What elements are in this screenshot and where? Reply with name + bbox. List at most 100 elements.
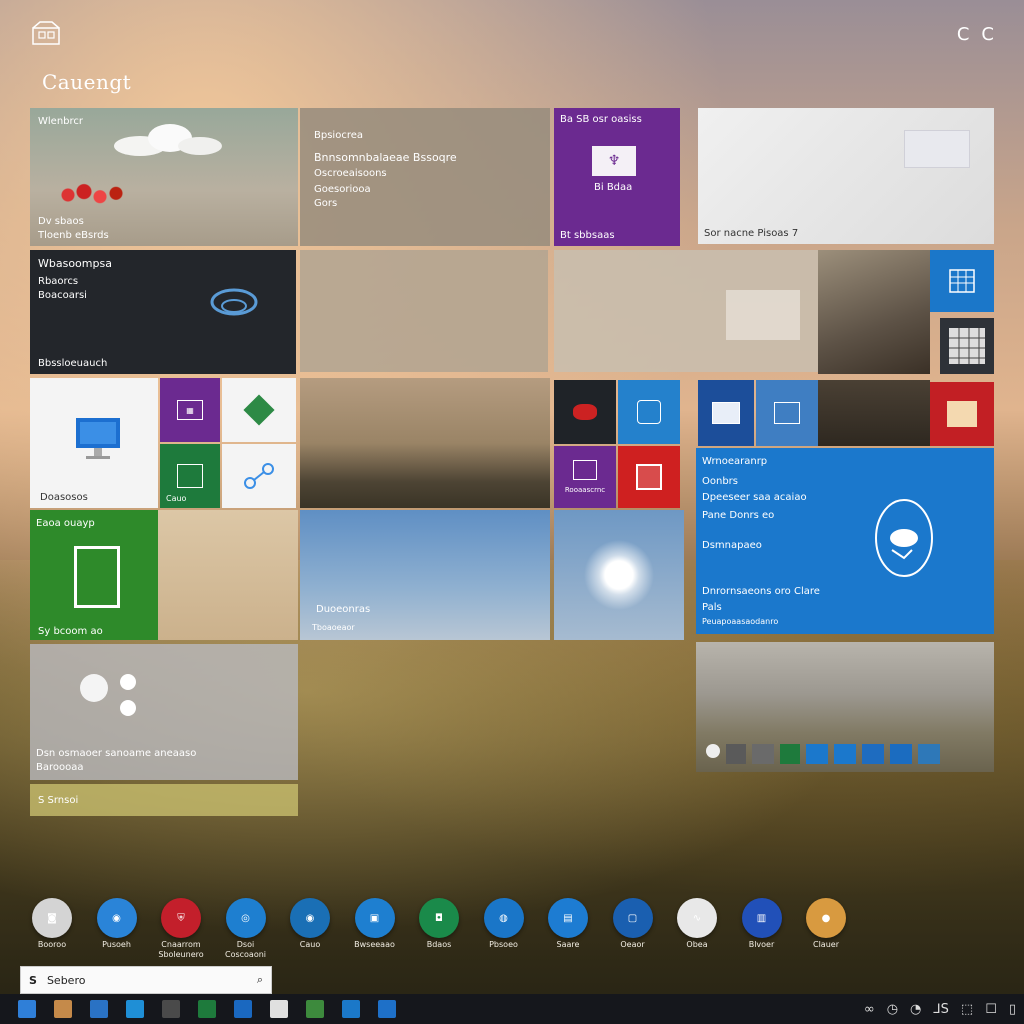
photo-thumb <box>904 130 970 168</box>
dock-label: Pbsoeo <box>489 940 518 949</box>
sky-tile[interactable]: Duoeonras Tboaoeaor <box>300 510 550 640</box>
taskbar-app-icon[interactable] <box>162 1000 180 1018</box>
dock-item[interactable]: ◘ Bdaos <box>409 898 469 950</box>
newspaper-icon <box>947 401 977 427</box>
tray-icon[interactable]: ∞ <box>864 1002 875 1017</box>
pc-tile[interactable]: Doasosos <box>30 378 158 508</box>
mini-icon <box>862 744 884 764</box>
refresh-button[interactable]: C <box>957 24 970 45</box>
news-red-tile[interactable] <box>930 382 994 446</box>
window-controls: C C <box>957 24 994 45</box>
xbox-tile[interactable] <box>554 380 616 444</box>
tray-icon[interactable]: ◷ <box>887 1002 898 1017</box>
taskbar-app-icon[interactable] <box>270 1000 288 1018</box>
taskbar-app-icon[interactable] <box>198 1000 216 1018</box>
purple-app-tile[interactable]: ▦ <box>160 378 220 442</box>
tray-icon[interactable]: ☐ <box>985 1002 997 1017</box>
blank-tile-a[interactable] <box>300 250 548 372</box>
dock-item[interactable]: ◙ Booroo <box>22 898 82 950</box>
taskbar-app-icon[interactable] <box>126 1000 144 1018</box>
calendar-tile[interactable] <box>930 250 994 312</box>
lake-tile[interactable] <box>696 642 994 772</box>
tray-icon[interactable]: ▯ <box>1009 1002 1016 1017</box>
power-button[interactable]: C <box>981 24 994 45</box>
pc-icon: ▢ <box>612 898 653 938</box>
edge-tile[interactable]: Wbasoompsa Rbaorcs Boacoarsi Bbssloeuauc… <box>30 250 296 374</box>
dock-item[interactable]: ▥ Blvoer <box>732 898 792 950</box>
weather-tile[interactable]: Wlenbrcr Dv sbaos Tloenb eBsrds <box>30 108 298 246</box>
media-tile[interactable]: Rooaascrnc <box>554 446 616 508</box>
sun-tile[interactable] <box>554 510 684 640</box>
dock-item[interactable]: ⛨ Cnaarrom Sboleunero <box>151 898 211 959</box>
taskbar-app-icon[interactable] <box>234 1000 252 1018</box>
maps-tile[interactable] <box>222 378 296 442</box>
network-icon <box>244 463 274 489</box>
grid-tile[interactable] <box>940 318 994 374</box>
dock-label: Dsoi Coscoaoni <box>224 940 267 959</box>
book-icon: ▥ <box>741 898 782 938</box>
camera-tile[interactable] <box>618 380 680 444</box>
web-icon: ◎ <box>225 898 266 938</box>
landscape-tile[interactable] <box>300 378 550 508</box>
taskbar-app-icon[interactable] <box>306 1000 324 1018</box>
cliff-photo-tile-2 <box>818 380 930 446</box>
tray-icon[interactable]: ⬚ <box>961 1002 973 1017</box>
cloud-icon <box>114 124 222 156</box>
tray-icon[interactable]: ◔ <box>910 1002 921 1017</box>
camera-icon: ◙ <box>32 898 72 938</box>
dock-item[interactable]: ▢ Oeaor <box>603 898 663 950</box>
people-line1: Oonbrs <box>702 476 738 487</box>
moon-label: Dsn osmaoer sanoame aneaaso <box>36 748 197 759</box>
bag-icon: ◘ <box>419 898 459 938</box>
store-tile[interactable]: Ba SB osr oasiss ♆ Bi Bdaa Bt sbbsaas <box>554 108 680 246</box>
network-tile[interactable] <box>222 444 296 508</box>
app-logo-icon <box>32 21 60 45</box>
store-title: Ba SB osr oasiss <box>560 114 642 125</box>
photos-tile[interactable]: Sor nacne Pisoas 7 <box>698 108 994 244</box>
edge-foot: Bbssloeuauch <box>38 358 108 369</box>
search-icon: ⌕ <box>256 973 263 986</box>
calendar-icon <box>949 269 975 293</box>
green-app-tile[interactable]: Eaoa ouayp Sy bcoom ao <box>30 510 158 640</box>
taskbar-app-icon[interactable] <box>18 1000 36 1018</box>
news-tile[interactable]: Bpsiocrea Bnnsomnbalaeae Bssoqre Oscroea… <box>300 108 550 246</box>
monitor-icon <box>76 418 120 459</box>
dock-item[interactable]: ◉ Pusoeh <box>87 898 147 950</box>
sky-label: Duoeonras <box>316 604 371 615</box>
green-tile-title: Eaoa ouayp <box>36 518 95 529</box>
moon-icon <box>80 674 108 702</box>
moon-tile[interactable]: Dsn osmaoer sanoame aneaaso Baroooaa <box>30 644 298 780</box>
dock-item[interactable]: ◎ Dsoi Coscoaoni <box>216 898 276 959</box>
blank-tile-b[interactable] <box>554 250 818 372</box>
dock-item[interactable]: ▤ Saare <box>538 898 598 950</box>
edge-logo-icon <box>210 288 258 316</box>
taskbar-app-icon[interactable] <box>90 1000 108 1018</box>
taskbar-app-icon[interactable] <box>342 1000 360 1018</box>
moon-icon-3 <box>120 700 136 716</box>
dock-item[interactable]: ▣ Bwseeaao <box>345 898 405 950</box>
document-icon: ▦ <box>177 400 203 420</box>
office-tile[interactable] <box>618 446 680 508</box>
dock-item[interactable]: ∿ Obea <box>667 898 727 950</box>
explorer-tile[interactable] <box>698 380 754 446</box>
store-label: Bi Bdaa <box>594 182 633 193</box>
device-tile[interactable] <box>756 380 818 446</box>
media-icon <box>573 460 597 480</box>
dock-label: Booroo <box>37 940 67 949</box>
weather-location: Dv sbaos <box>38 216 84 227</box>
yellow-bar-tile[interactable]: S Srnsoi <box>30 784 298 816</box>
sun-icon <box>584 540 654 610</box>
people-tile[interactable]: Wrnoearanrp Oonbrs Dpeeseer saa acaiao P… <box>696 448 994 634</box>
tray-icon[interactable]: ⅃S <box>933 1002 949 1017</box>
people-title: Wrnoearanrp <box>702 456 768 467</box>
dock-item[interactable]: ◉ Cauo <box>280 898 340 950</box>
office-icon <box>636 464 662 490</box>
dock-label: Oeaor <box>620 940 645 949</box>
grid-icon <box>949 328 985 364</box>
dock-item[interactable]: ● Clauer <box>796 898 856 950</box>
taskbar-app-icon[interactable] <box>378 1000 396 1018</box>
dock-item[interactable]: ◍ Pbsoeo <box>474 898 534 950</box>
taskbar-app-icon[interactable] <box>54 1000 72 1018</box>
sand-tile[interactable] <box>158 510 298 640</box>
search-input[interactable]: S Sebero ⌕ <box>20 966 272 994</box>
